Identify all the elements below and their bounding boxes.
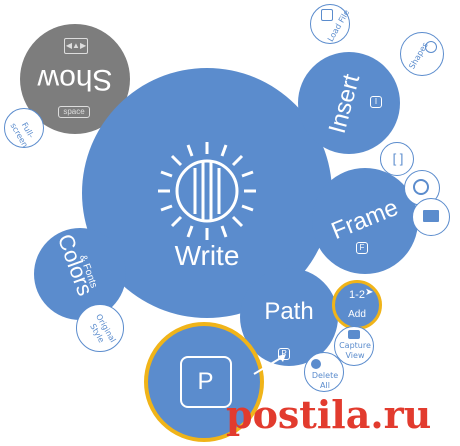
watermark: postila.ru <box>226 392 432 437</box>
shapes-label: Shapes <box>407 40 430 71</box>
show-arrow-keys-icon: ◀▲▶ <box>64 38 88 54</box>
space-key: space <box>58 106 90 118</box>
original-style-button[interactable]: Original Style <box>76 304 124 352</box>
delete-all-label: Delete All <box>311 371 339 390</box>
frame-key: F <box>356 242 368 254</box>
bracket-frame-icon: [ ] <box>392 151 404 166</box>
zoomed-p-key-label: P <box>197 368 214 395</box>
load-file-button[interactable]: Load File <box>310 4 351 44</box>
insert-bubble[interactable]: Insert I <box>298 52 400 154</box>
original-style-label: Original Style <box>88 312 118 345</box>
zoomed-p-key: P <box>180 356 232 408</box>
delete-all-button[interactable]: Delete All <box>304 352 344 392</box>
insert-key: I <box>370 96 382 108</box>
insert-label: Insert <box>323 71 366 137</box>
frame-rect-button[interactable] <box>412 198 450 236</box>
colors-bubble[interactable]: Colors & Fonts <box>34 228 126 320</box>
camera-icon <box>348 330 360 339</box>
add-label: Add <box>348 309 366 320</box>
path-label: Path <box>264 298 314 325</box>
zoom-pointer-arrow <box>253 354 286 375</box>
show-label: Show <box>37 63 113 96</box>
capture-view-label: Capture View <box>339 341 371 360</box>
circle-frame-icon <box>413 179 429 195</box>
frame-bracket-button[interactable]: [ ] <box>380 142 414 176</box>
delete-icon <box>311 359 321 369</box>
add-waypoint-button[interactable]: 1-2 ➤ Add <box>332 280 382 330</box>
fullscreen-button[interactable]: Full-screen <box>4 108 44 149</box>
shapes-button[interactable]: Shapes <box>400 32 444 76</box>
load-file-icon <box>321 9 333 21</box>
fullscreen-label: Full-screen <box>8 120 36 150</box>
frame-bubble[interactable]: Frame F <box>312 168 418 274</box>
prezi-logo-icon <box>158 142 256 240</box>
rectangle-frame-icon <box>423 210 439 222</box>
cursor-icon: ➤ <box>365 287 374 298</box>
